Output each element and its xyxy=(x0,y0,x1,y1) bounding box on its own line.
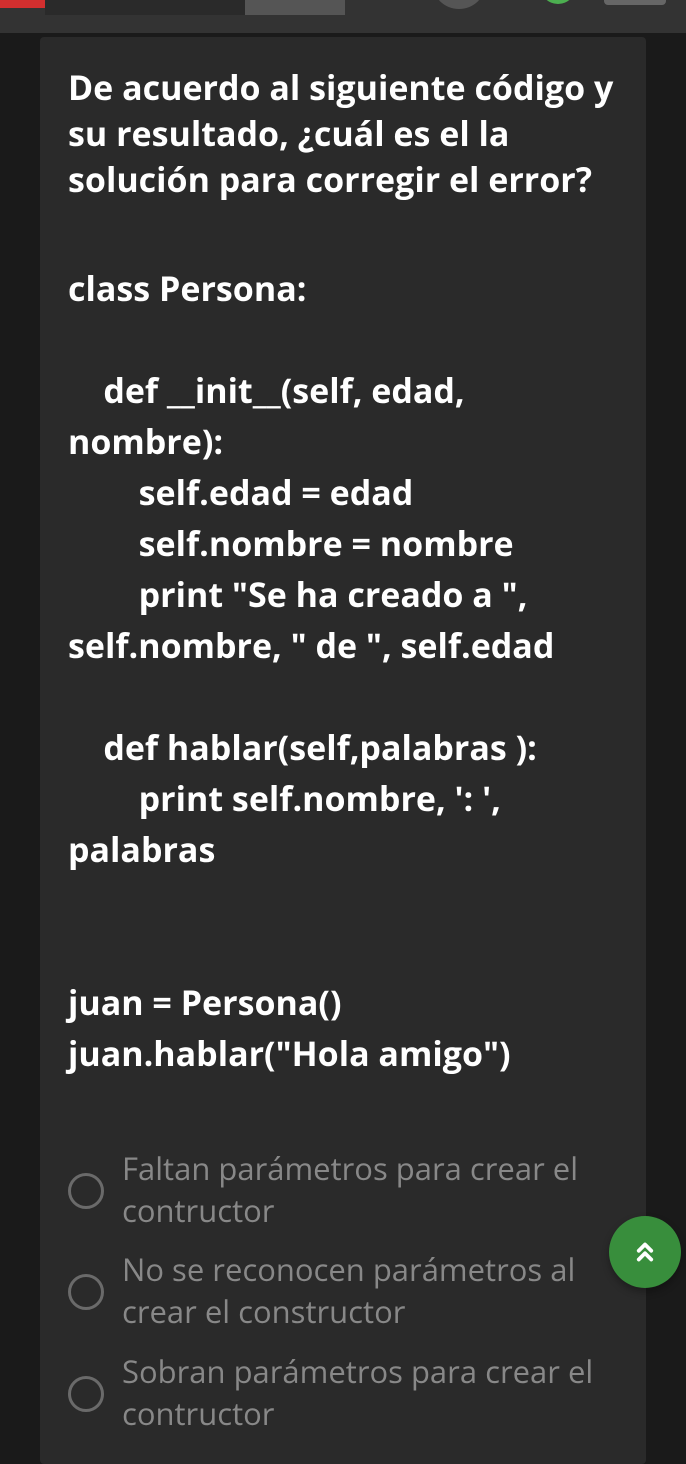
option-label: Sobran parámetros para crear el contruct… xyxy=(122,1352,618,1436)
code-block: class Persona: def __init__(self, edad, … xyxy=(68,263,618,1079)
question-prompt: De acuerdo al siguiente código y su resu… xyxy=(68,65,618,203)
scroll-top-button[interactable] xyxy=(609,1216,681,1288)
radio-icon[interactable] xyxy=(68,1376,104,1412)
question-card: De acuerdo al siguiente código y su resu… xyxy=(40,37,646,1464)
avatar-placeholder[interactable] xyxy=(432,0,486,9)
option-label: No se reconocen parámetros al crear el c… xyxy=(122,1250,618,1334)
tab-indicator-1[interactable] xyxy=(45,0,245,15)
radio-icon[interactable] xyxy=(68,1173,104,1209)
option-3[interactable]: Sobran parámetros para crear el contruct… xyxy=(68,1352,618,1436)
tab-indicator-2[interactable] xyxy=(245,0,345,15)
options-container: Faltan parámetros para crear el contruct… xyxy=(68,1149,618,1436)
chevron-double-up-icon xyxy=(630,1237,660,1267)
menu-button[interactable] xyxy=(604,0,666,5)
option-2[interactable]: No se reconocen parámetros al crear el c… xyxy=(68,1250,618,1334)
option-label: Faltan parámetros para crear el contruct… xyxy=(122,1149,618,1233)
radio-icon[interactable] xyxy=(68,1274,104,1310)
option-1[interactable]: Faltan parámetros para crear el contruct… xyxy=(68,1149,618,1233)
brand-accent xyxy=(0,0,45,8)
main-container: De acuerdo al siguiente código y su resu… xyxy=(0,33,686,1464)
top-bar xyxy=(0,0,686,33)
status-indicator xyxy=(540,0,576,4)
